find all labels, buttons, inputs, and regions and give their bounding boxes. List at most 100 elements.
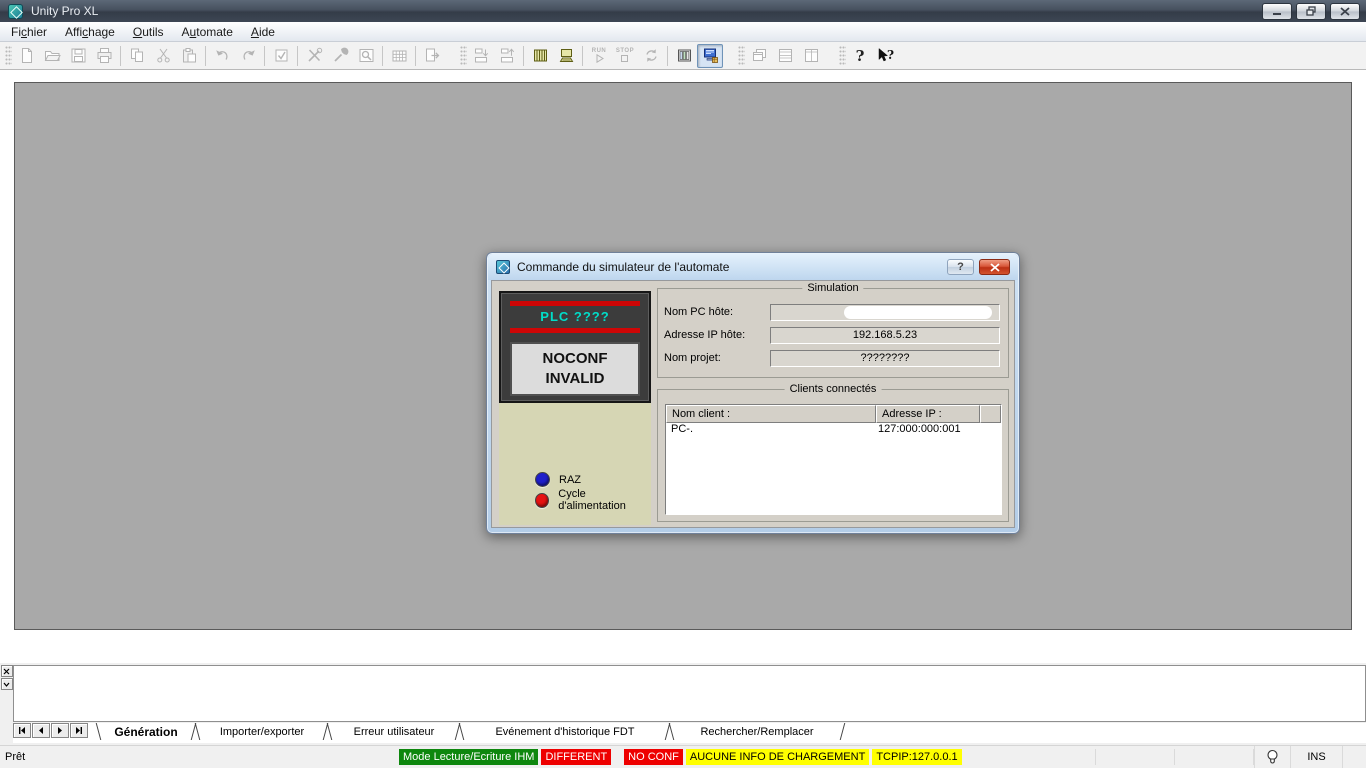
output-panel: Génération Importer/exporter Erreur util… — [0, 663, 1366, 745]
help-icon: ? — [856, 47, 865, 65]
print-icon — [96, 47, 113, 64]
client-name-cell: PC-. — [666, 423, 876, 439]
menu-fichier[interactable]: Fichier — [2, 23, 56, 41]
toolbar: RUN STOP ? ? — [0, 42, 1366, 70]
open-button — [39, 44, 65, 68]
menu-outils[interactable]: Outils — [124, 23, 173, 41]
tab-scroll-last-button[interactable] — [70, 723, 88, 738]
app-icon — [8, 4, 23, 19]
restore-icon — [1306, 6, 1317, 16]
simulation-group: Simulation Nom PC hôte: Adresse IP hôte:… — [657, 288, 1009, 378]
new-file-button — [13, 44, 39, 68]
status-spacer — [965, 746, 1254, 768]
lightbulb-icon — [1266, 749, 1279, 765]
plc-display: PLC ???? NOCONF INVALID — [499, 291, 651, 403]
plc-status-text: PLC ???? — [501, 306, 649, 328]
tab-evenement-historique-fdt[interactable]: Evénement d'historique FDT — [467, 723, 663, 740]
context-help-icon: ? — [876, 47, 896, 64]
plc-lcd-line2: INVALID — [546, 369, 605, 389]
validate-button — [268, 44, 294, 68]
tools-button — [301, 44, 327, 68]
stop-button: STOP — [612, 44, 638, 68]
refresh-icon — [643, 47, 660, 64]
table-row[interactable]: PC-. 127:000:000:001 — [666, 423, 1001, 439]
tab-scroll-next-button[interactable] — [51, 723, 69, 738]
output-content[interactable] — [13, 665, 1366, 722]
status-badge-noconf: NO CONF — [624, 749, 683, 765]
status-end-panel — [1342, 746, 1366, 768]
new-file-icon — [18, 47, 35, 64]
restore-button[interactable] — [1296, 3, 1326, 20]
app-title: Unity Pro XL — [31, 4, 1262, 18]
dialog-close-button[interactable] — [979, 259, 1010, 275]
column-header-empty — [980, 405, 1001, 423]
clients-group-title: Clients connectés — [785, 383, 882, 395]
tab-erreur-utilisateur[interactable]: Erreur utilisateur — [335, 723, 453, 740]
tab-rechercher-remplacer[interactable]: Rechercher/Remplacer — [677, 723, 837, 740]
plc-red-bar — [510, 328, 640, 333]
clients-table: Nom client : Adresse IP : PC-. 127:000:0… — [665, 404, 1002, 515]
power-cycle-button[interactable] — [535, 493, 549, 508]
minimize-button[interactable] — [1262, 3, 1292, 20]
tab-importer-exporter[interactable]: Importer/exporter — [203, 723, 321, 740]
chevron-down-icon — [3, 681, 10, 688]
status-badge-different: DIFFERENT — [541, 749, 611, 765]
toolbar-grip[interactable] — [738, 46, 745, 66]
cascade-windows-button — [746, 44, 772, 68]
menubar: Fichier Affichage Outils Automate Aide — [0, 22, 1366, 42]
analyze-button — [353, 44, 379, 68]
tab-scroll-first-button[interactable] — [13, 723, 31, 738]
tab-edge — [837, 723, 847, 740]
context-help-button[interactable]: ? — [873, 44, 899, 68]
clients-group: Clients connectés Nom client : Adresse I… — [657, 389, 1009, 522]
export-data-icon — [424, 47, 441, 64]
toolbar-grip[interactable] — [839, 46, 846, 66]
rack-viewer-button[interactable] — [671, 44, 697, 68]
stop-icon: STOP — [616, 48, 634, 63]
status-bulb-panel — [1254, 746, 1290, 768]
wrench-button — [327, 44, 353, 68]
copy-button — [124, 44, 150, 68]
wrench-icon — [332, 47, 349, 64]
tile-vertical-button — [798, 44, 824, 68]
tab-scroll-prev-button[interactable] — [32, 723, 50, 738]
output-panel-strip — [0, 665, 13, 741]
menu-affichage[interactable]: Affichage — [56, 23, 124, 41]
column-header-client[interactable]: Nom client : — [666, 405, 876, 423]
toolbar-grip[interactable] — [460, 46, 467, 66]
dialog-titlebar[interactable]: Commande du simulateur de l'automate ? — [488, 254, 1018, 280]
output-pin-button[interactable] — [1, 678, 13, 690]
menu-automate[interactable]: Automate — [173, 23, 242, 41]
paste-button — [176, 44, 202, 68]
close-button[interactable] — [1330, 3, 1360, 20]
redaction-blob — [844, 306, 992, 319]
simulation-group-title: Simulation — [802, 282, 863, 294]
dialog-body: PLC ???? NOCONF INVALID RAZ Cycle d'alim… — [491, 280, 1015, 528]
column-header-ip[interactable]: Adresse IP : — [876, 405, 980, 423]
transfer-from-plc-icon — [499, 47, 516, 64]
dialog-help-button[interactable]: ? — [947, 259, 974, 275]
toolbar-grip[interactable] — [5, 46, 12, 66]
tab-generation[interactable]: Génération — [103, 723, 189, 740]
output-tabbar: Génération Importer/exporter Erreur util… — [13, 723, 1366, 743]
help-button[interactable]: ? — [847, 44, 873, 68]
grid-button — [386, 44, 412, 68]
transfer-to-plc-button — [468, 44, 494, 68]
raz-button[interactable] — [535, 472, 550, 487]
host-ip-field: 192.168.5.23 — [770, 327, 1000, 344]
output-close-button[interactable] — [1, 665, 13, 677]
simulator-dialog: Commande du simulateur de l'automate ? P… — [486, 252, 1020, 534]
undo-icon — [214, 47, 231, 64]
simulation-mode-button[interactable] — [697, 44, 723, 68]
terminal-button[interactable] — [553, 44, 579, 68]
status-badge-tcpip: TCPIP:127.0.0.1 — [872, 749, 961, 765]
menu-aide[interactable]: Aide — [242, 23, 284, 41]
dialog-title: Commande du simulateur de l'automate — [517, 260, 947, 274]
screen: Unity Pro XL Fichier Affichage Outils Au… — [0, 0, 1366, 768]
tab-divider — [453, 723, 467, 740]
tile-vertical-icon — [803, 47, 820, 64]
host-ip-label: Adresse IP hôte: — [664, 329, 770, 341]
plc-rack-button[interactable] — [527, 44, 553, 68]
plc-lcd: NOCONF INVALID — [510, 342, 640, 396]
plc-rack-icon — [532, 47, 549, 64]
